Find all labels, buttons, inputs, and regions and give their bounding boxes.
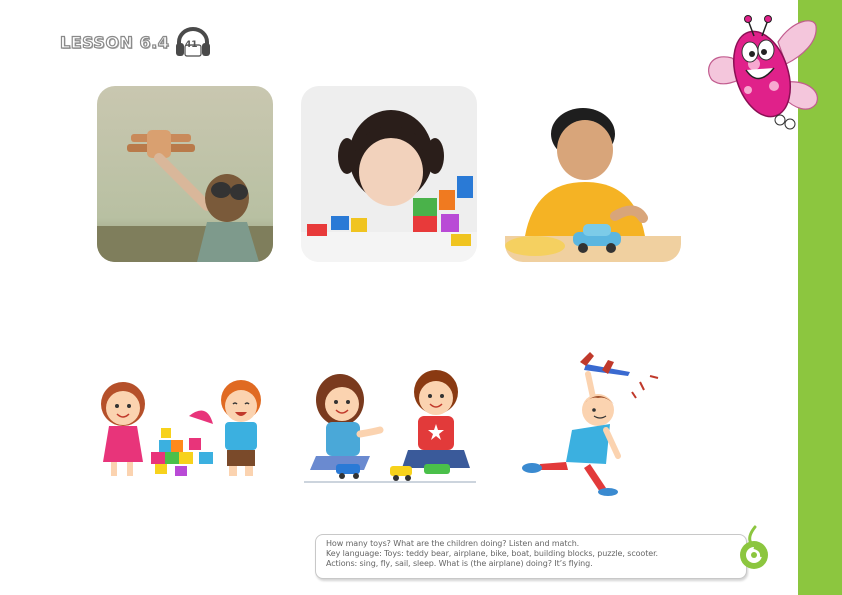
illustration-children-toy-cars[interactable] — [300, 352, 480, 492]
illustration-boy-flying-toy-plane[interactable] — [510, 352, 680, 497]
publisher-logo-icon — [740, 525, 768, 569]
instruction-line-2: Key language: Toys: teddy bear, airplane… — [326, 549, 658, 558]
photo-child-holding-toy-airplane[interactable] — [97, 86, 273, 262]
illustration-children-building-blocks[interactable] — [95, 352, 275, 497]
photo-boy-toy-car[interactable] — [505, 86, 681, 262]
audio-track-number: 41 — [185, 40, 198, 50]
photo-girl-building-blocks[interactable] — [301, 86, 477, 262]
lesson-title: LESSON 6.4 — [59, 32, 170, 52]
mascot-character — [708, 15, 818, 130]
instruction-line-1: How many toys? What are the children doi… — [326, 539, 580, 548]
instruction-line-3: Actions: sing, fly, sail, sleep. What is… — [326, 559, 593, 568]
